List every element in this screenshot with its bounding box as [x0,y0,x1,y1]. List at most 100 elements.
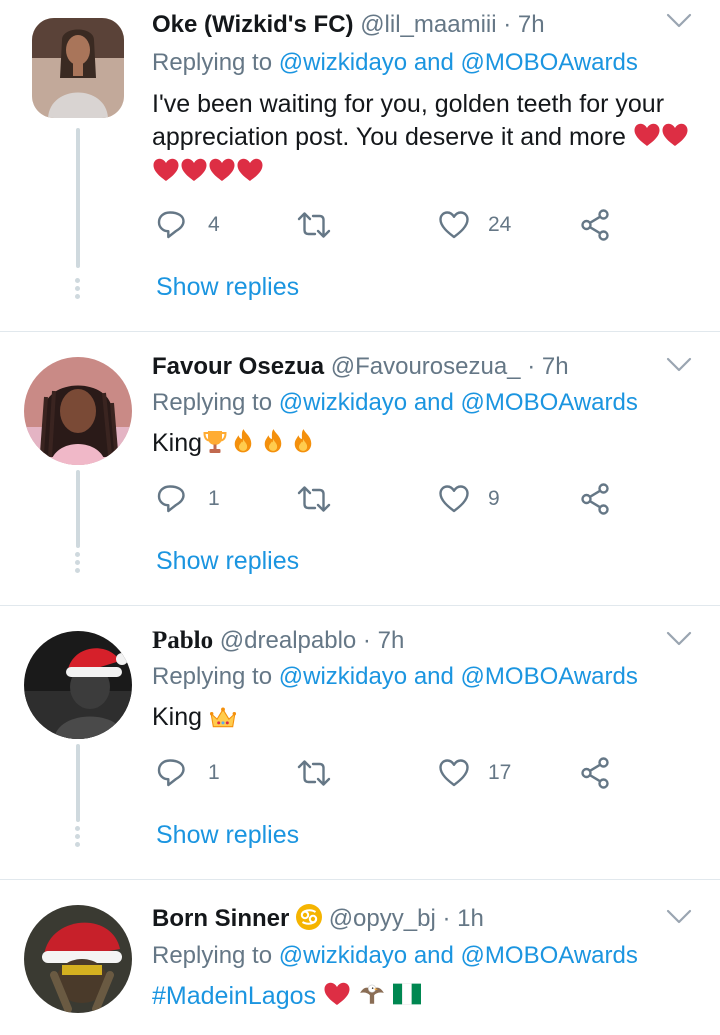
separator: · [503,11,512,38]
reply-button[interactable]: 1 [156,479,220,519]
like-icon [439,485,469,513]
reply-icon [157,211,185,239]
show-replies-link[interactable]: Show replies [156,820,299,850]
tweet[interactable]: Favour Osezua @Favourosezua_ · 7h Replyi… [0,332,720,606]
display-name[interactable]: Born Sinner [152,905,289,932]
replying-to-label: Replying to [152,49,273,76]
chevron-down-icon[interactable] [666,630,692,648]
fire-emoji-icon [264,429,282,453]
mention-link[interactable]: @wizkidayo [279,942,407,969]
heart-emoji-icon [153,158,179,181]
like-count: 9 [488,487,500,510]
separator: · [442,905,451,932]
share-button[interactable] [580,479,610,519]
timestamp[interactable]: 1h [457,905,484,932]
heart-emoji-icon [662,123,688,146]
thread-dots [75,552,81,576]
reply-count: 1 [208,487,220,510]
username[interactable]: @drealpablo [220,627,356,654]
tweet-actions: 4 24 [152,205,632,245]
separator: · [527,353,536,380]
tweet-text: King [152,701,692,734]
like-count: 17 [488,761,512,784]
tweet-header: Born Sinner @opyy_bj · 1h [152,904,484,934]
separator: · [362,627,371,654]
display-name[interactable]: Pablo [152,627,213,654]
retweet-button[interactable] [296,753,350,793]
timestamp[interactable]: 7h [518,11,545,38]
show-replies-link[interactable]: Show replies [156,546,299,576]
replying-to-label: Replying to [152,389,273,416]
tweet[interactable]: Pablo @drealpablo · 7h Replying to @wizk… [0,606,720,880]
heart-emoji-icon [209,158,235,181]
avatar[interactable] [24,905,132,1013]
reply-count: 4 [208,213,220,236]
and-label[interactable]: and [414,389,454,416]
tweet-header: Pablo @drealpablo · 7h [152,626,404,656]
show-replies-link[interactable]: Show replies [156,272,299,302]
cancer-sign-icon [296,904,323,930]
reply-button[interactable]: 1 [156,753,220,793]
chevron-down-icon[interactable] [666,908,692,926]
like-button[interactable]: 9 [438,479,500,519]
timestamp[interactable]: 7h [378,627,405,654]
tweet-text: #MadeinLagos [152,980,692,1013]
tweet-actions: 1 9 [152,479,632,519]
crown-emoji-icon [209,706,237,728]
retweet-icon [297,486,331,512]
username[interactable]: @opyy_bj [329,905,436,932]
and-label[interactable]: and [414,663,454,690]
retweet-icon [297,212,331,238]
avatar[interactable] [24,631,132,739]
share-button[interactable] [580,753,610,793]
replying-to: Replying to @wizkidayo and @MOBOAwards [152,388,638,418]
tweet-actions: 1 17 [152,753,632,793]
fire-emoji-icon [294,429,312,453]
username[interactable]: @Favourosezua_ [331,353,521,380]
and-label[interactable]: and [414,49,454,76]
reply-button[interactable]: 4 [156,205,220,245]
thread-line [76,470,80,548]
and-label[interactable]: and [414,942,454,969]
mention-link[interactable]: @MOBOAwards [461,389,638,416]
share-button[interactable] [580,205,610,245]
display-name[interactable]: Favour Osezua [152,353,324,380]
heart-emoji-icon [634,123,660,146]
tweet-header: Favour Osezua @Favourosezua_ · 7h [152,352,569,382]
chevron-down-icon[interactable] [666,356,692,374]
like-button[interactable]: 17 [438,753,511,793]
thread-line [76,128,80,268]
mention-link[interactable]: @wizkidayo [279,389,407,416]
mention-link[interactable]: @wizkidayo [279,49,407,76]
replying-to: Replying to @wizkidayo and @MOBOAwards [152,662,638,692]
tweet-header: Oke (Wizkid's FC) @lil_maamiii · 7h [152,10,545,40]
tweet-text-line-content: appreciation post. You deserve it and mo… [152,123,626,151]
replying-to-label: Replying to [152,942,273,969]
avatar[interactable] [32,18,124,118]
retweet-button[interactable] [296,205,350,245]
reply-count: 1 [208,761,220,784]
thread-line [76,744,80,822]
replying-to: Replying to @wizkidayo and @MOBOAwards [152,941,638,971]
mention-link[interactable]: @MOBOAwards [461,663,638,690]
retweet-button[interactable] [296,479,350,519]
hashtag-link[interactable]: #MadeinLagos [152,982,316,1010]
heart-emoji-icon [237,158,263,181]
tweet-text: I've been waiting for you, golden teeth … [152,88,692,189]
fire-emoji-icon [234,429,252,453]
username[interactable]: @lil_maamiii [360,11,496,38]
mention-link[interactable]: @wizkidayo [279,663,407,690]
chevron-down-icon[interactable] [666,12,692,30]
mention-link[interactable]: @MOBOAwards [461,942,638,969]
reply-icon [157,759,185,787]
like-icon [439,211,469,239]
like-button[interactable]: 24 [438,205,511,245]
mention-link[interactable]: @MOBOAwards [461,49,638,76]
heart-emoji-icon [324,982,350,1005]
timestamp[interactable]: 7h [542,353,569,380]
display-name[interactable]: Oke (Wizkid's FC) [152,11,354,38]
tweet-text-content: King [152,429,203,457]
avatar[interactable] [24,357,132,465]
tweet[interactable]: Born Sinner @opyy_bj · 1h Replying to @w… [0,880,720,1035]
tweet[interactable]: Oke (Wizkid's FC) @lil_maamiii · 7h Repl… [0,0,720,332]
